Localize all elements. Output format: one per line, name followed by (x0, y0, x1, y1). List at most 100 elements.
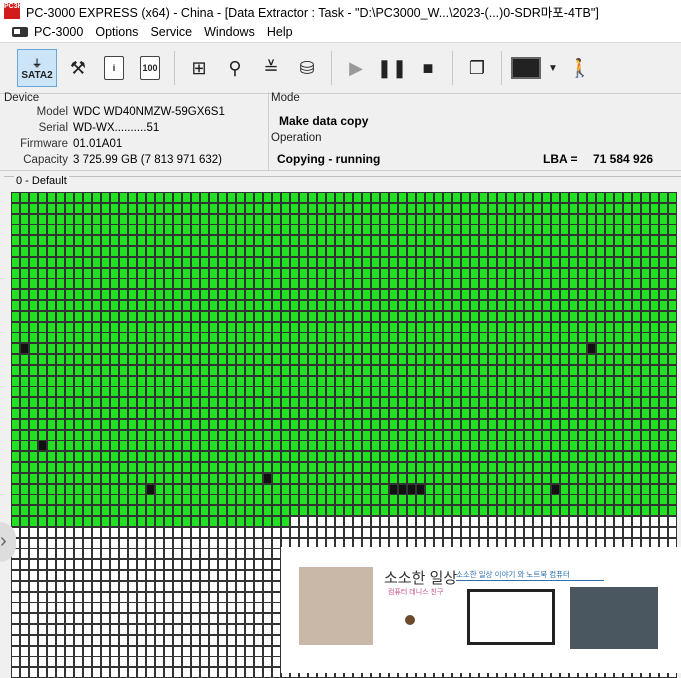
sector-block (632, 321, 641, 333)
sector-block (218, 418, 227, 430)
sector-block (659, 300, 668, 311)
stop-button[interactable]: ■ (413, 50, 443, 86)
sector-block (245, 591, 254, 603)
pause-button[interactable]: ❚❚ (377, 50, 407, 86)
menu-windows[interactable]: Windows (198, 25, 261, 39)
sector-block (290, 386, 299, 398)
sector-block (146, 224, 155, 236)
sector-block (119, 537, 128, 549)
sector-block (227, 256, 236, 268)
sector-block (164, 386, 173, 398)
sector-block (29, 505, 38, 517)
sector-block (227, 397, 236, 409)
display-dropdown[interactable]: ▼ (547, 50, 559, 86)
menu-help[interactable]: Help (261, 25, 299, 39)
sector-block (335, 505, 344, 517)
sector-block (173, 462, 182, 473)
sector-block (335, 364, 344, 376)
sector-block (434, 202, 443, 214)
sata-port-button[interactable]: ⏚ SATA2 (17, 49, 57, 87)
sector-block (38, 321, 47, 333)
sector-block (146, 418, 155, 430)
sector-block (317, 343, 326, 355)
sector-block (164, 397, 173, 409)
sector-block (191, 483, 200, 495)
sector-block (20, 256, 29, 268)
sector-block (668, 483, 677, 495)
sector-block (668, 256, 677, 268)
sector-block (74, 386, 83, 398)
sector-block (272, 634, 281, 646)
copy-drive-button[interactable]: ⛁ (292, 50, 322, 86)
head-map-button[interactable]: ≚ (256, 50, 286, 86)
sector-block (632, 235, 641, 247)
sector-block (128, 472, 137, 484)
sector-block (164, 278, 173, 290)
tools-button[interactable]: ⚒ (63, 50, 93, 86)
sector-block (299, 300, 308, 311)
pause-icon: ❚❚ (376, 57, 408, 78)
sector-block (596, 235, 605, 247)
sector-block (560, 310, 569, 322)
sector-block (11, 440, 20, 452)
sector-block (560, 343, 569, 355)
sector-block (641, 472, 650, 484)
sector-block (56, 408, 65, 419)
exit-button[interactable]: 🚶 (565, 50, 595, 86)
sector-block (416, 408, 425, 419)
play-button[interactable]: ▶ (341, 50, 371, 86)
menu-service[interactable]: Service (144, 25, 198, 39)
sector-block (128, 278, 137, 290)
log-button[interactable]: ❐ (462, 50, 492, 86)
sector-block (254, 645, 263, 657)
sector-block (263, 375, 272, 387)
sector-block (533, 256, 542, 268)
sector-block (236, 451, 245, 463)
sector-block (524, 213, 533, 225)
sector-block (371, 386, 380, 398)
sector-block (29, 375, 38, 387)
sector-block (209, 310, 218, 322)
sector-block (146, 278, 155, 290)
sector-block (146, 472, 155, 484)
sector-block (380, 418, 389, 430)
sector-block (497, 472, 506, 484)
menu-options[interactable]: Options (89, 25, 144, 39)
drive-info-button[interactable]: i (99, 50, 129, 86)
sector-block (506, 267, 515, 279)
sector-block (560, 289, 569, 301)
sector-block (137, 613, 146, 625)
sector-block (137, 278, 146, 290)
sector-block (83, 537, 92, 549)
sector-block (371, 494, 380, 506)
sector-block (632, 224, 641, 236)
sector-block (587, 310, 596, 322)
sector-block (578, 375, 587, 387)
menu-pc3000[interactable]: PC-3000 (6, 25, 89, 39)
sector-block (650, 440, 659, 452)
sector-block (389, 386, 398, 398)
sector-block (191, 580, 200, 592)
sector-block (317, 418, 326, 430)
search-button[interactable]: ⚲ (220, 50, 250, 86)
ad-subtitle: 컴퓨터 데니스 친구 (388, 589, 444, 596)
sector-block (650, 354, 659, 365)
sector-block (83, 343, 92, 355)
ad-banner[interactable]: 소소한 일상 컴퓨터 데니스 친구 소소한 일상 이야기 와 노트북 컴퓨터 (281, 547, 681, 673)
sector-block (218, 516, 227, 527)
sector-block (659, 235, 668, 247)
sector-block (218, 343, 227, 355)
sector-block (650, 397, 659, 409)
sector-block (560, 256, 569, 268)
smart-button[interactable]: 100 (135, 50, 165, 86)
sector-block (299, 354, 308, 365)
sector-block (65, 375, 74, 387)
display-button[interactable] (511, 50, 541, 86)
sector-block (254, 343, 263, 355)
sector-block (110, 310, 119, 322)
sector-block (164, 235, 173, 247)
tree-button[interactable]: ⊞ (184, 50, 214, 86)
sector-block (425, 483, 434, 495)
sector-block (425, 462, 434, 473)
sector-block (551, 235, 560, 247)
